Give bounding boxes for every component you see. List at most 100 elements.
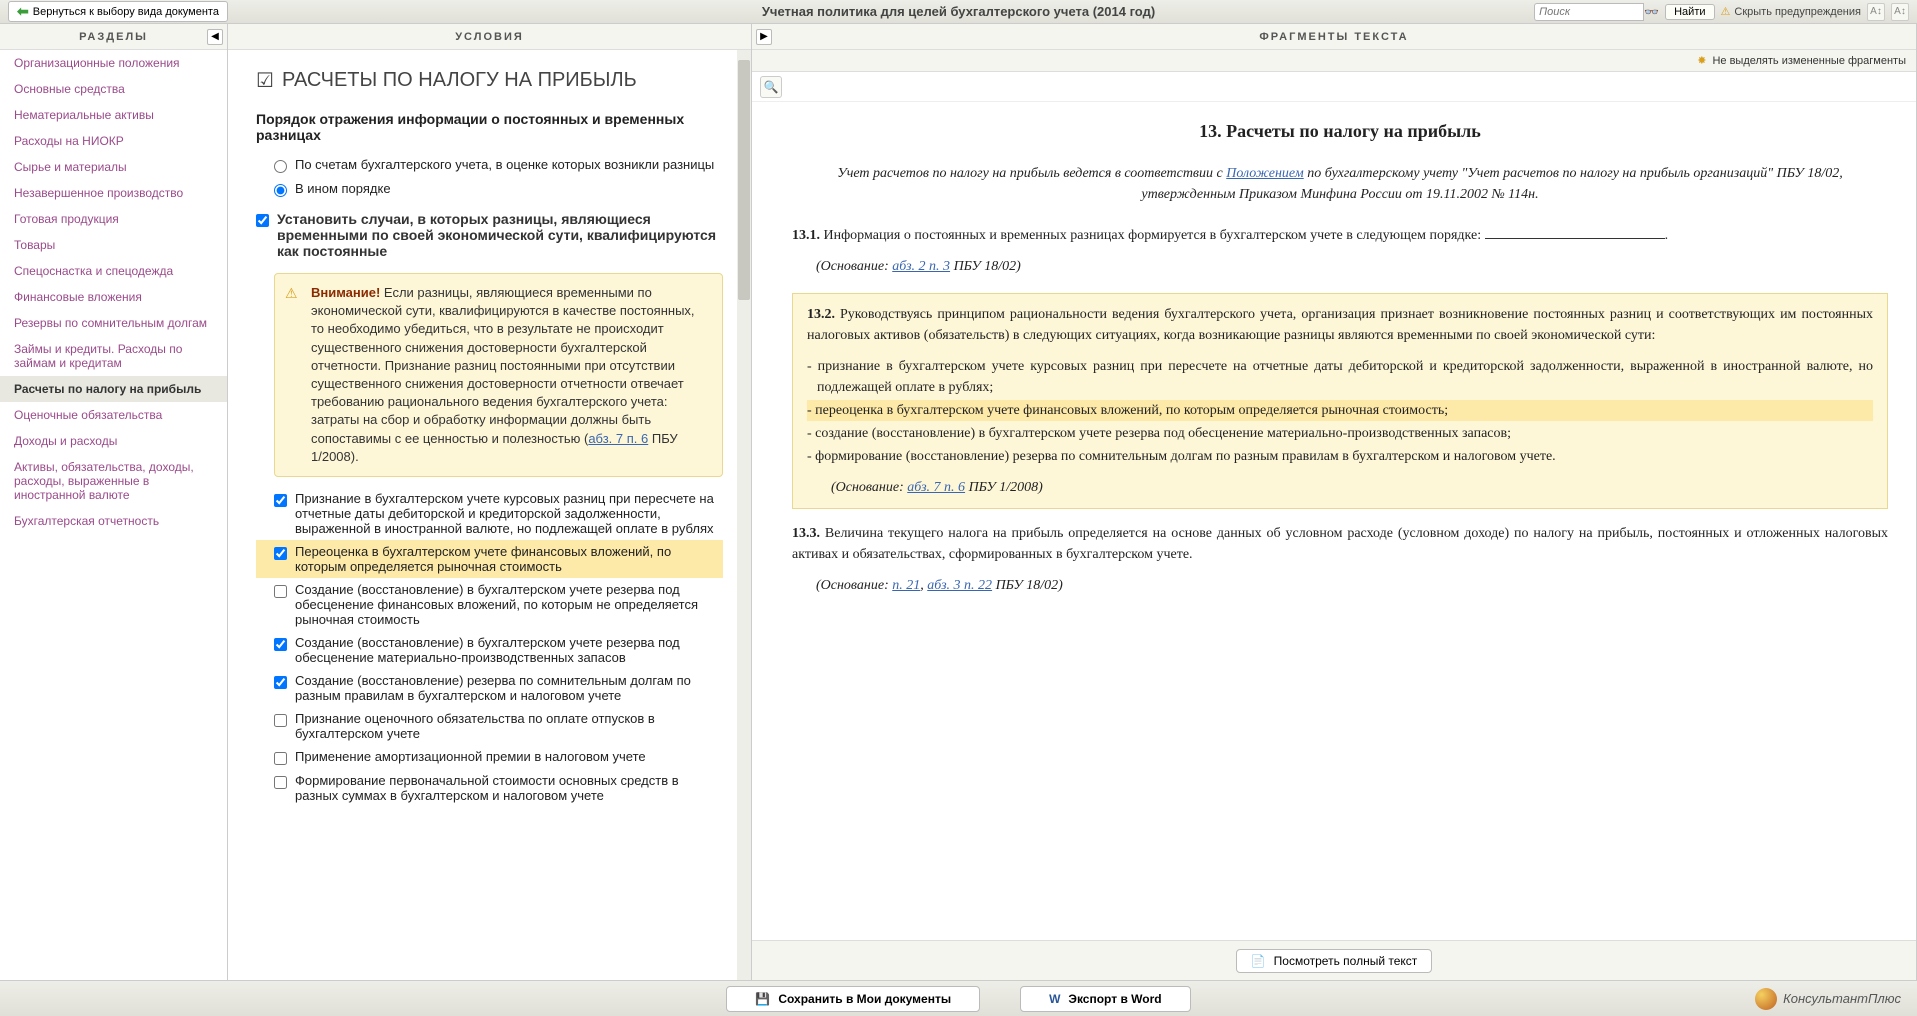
p132-text: Руководствуясь принципом рациональности …	[807, 307, 1873, 343]
view-full-label: Посмотреть полный текст	[1274, 954, 1418, 968]
check-heading-cases[interactable]: Установить случаи, в которых разницы, яв…	[256, 201, 723, 265]
check-reserve-fin[interactable]: Создание (восстановление) в бухгалтерско…	[256, 578, 723, 631]
intro-text-1: Учет расчетов по налогу на прибыль ведет…	[837, 166, 1226, 181]
check-label-6: Признание оценочного обязательства по оп…	[295, 711, 723, 741]
check-amort[interactable]: Применение амортизационной премии в нало…	[256, 745, 723, 769]
sidebar-item[interactable]: Оценочные обязательства	[0, 402, 227, 428]
brand-name: КонсультантПлюс	[1783, 991, 1901, 1006]
warning-bold: Внимание!	[311, 285, 380, 300]
li-3: - создание (восстановление) в бухгалтерс…	[807, 423, 1873, 444]
search-box: 👓	[1534, 3, 1659, 21]
check-reserve-mpz[interactable]: Создание (восстановление) в бухгалтерско…	[256, 631, 723, 669]
radio-by-accounts[interactable]: По счетам бухгалтерского учета, в оценке…	[256, 153, 723, 177]
document-icon: 📄	[1251, 954, 1266, 968]
top-bar: ⬅ Вернуться к выбору вида документа Учет…	[0, 0, 1917, 24]
hide-warnings-label: Скрыть предупреждения	[1734, 6, 1861, 18]
basis-131: (Основание: абз. 2 п. 3 ПБУ 18/02)	[816, 256, 1888, 277]
condition-section-title: ☑ РАСЧЕТЫ ПО НАЛОГУ НА ПРИБЫЛЬ	[256, 68, 723, 93]
blank-line	[1485, 225, 1665, 239]
font-decrease-button[interactable]: A↕	[1867, 3, 1885, 21]
conditions-header: УСЛОВИЯ	[228, 24, 751, 50]
expand-fragments-button[interactable]: ▶	[756, 29, 772, 45]
sidebar-item[interactable]: Сырье и материалы	[0, 154, 227, 180]
p-13-1: 13.1. Информация о постоянных и временны…	[792, 225, 1888, 246]
sidebar-item[interactable]: Бухгалтерская отчетность	[0, 508, 227, 534]
check-otpusk[interactable]: Признание оценочного обязательства по оп…	[256, 707, 723, 745]
radio-label-1: По счетам бухгалтерского учета, в оценке…	[295, 157, 714, 172]
sidebar-item[interactable]: Доходы и расходы	[0, 428, 227, 454]
find-button[interactable]: Найти	[1665, 4, 1714, 20]
conditions-body: ☑ РАСЧЕТЫ ПО НАЛОГУ НА ПРИБЫЛЬ Порядок о…	[228, 50, 751, 980]
conditions-scrollbar[interactable]	[737, 50, 751, 980]
fragment-intro: Учет расчетов по налогу на прибыль ведет…	[792, 163, 1888, 205]
intro-link[interactable]: Положением	[1226, 166, 1304, 181]
check-label-2: Переоценка в бухгалтерском учете финансо…	[295, 544, 723, 574]
sidebar-item[interactable]: Расходы на НИОКР	[0, 128, 227, 154]
check-heading-input[interactable]	[256, 214, 269, 227]
basis-132-link[interactable]: абз. 7 п. 6	[907, 480, 965, 495]
radio-other-way[interactable]: В ином порядке	[256, 177, 723, 201]
basis-133-link2[interactable]: абз. 3 п. 22	[927, 578, 992, 593]
basis-132-tail: ПБУ 1/2008)	[965, 480, 1043, 495]
export-label: Экспорт в Word	[1068, 992, 1161, 1006]
check-input-4[interactable]	[274, 638, 287, 651]
check-pereocenka[interactable]: Переоценка в бухгалтерском учете финансо…	[256, 540, 723, 578]
search-input[interactable]	[1534, 3, 1644, 21]
sidebar-item[interactable]: Основные средства	[0, 76, 227, 102]
sidebar-item[interactable]: Резервы по сомнительным долгам	[0, 310, 227, 336]
basis-133-link1[interactable]: п. 21	[892, 578, 920, 593]
font-increase-button[interactable]: A↕	[1891, 3, 1909, 21]
check-somnitelnym[interactable]: Создание (восстановление) резерва по сом…	[256, 669, 723, 707]
highlight-icon: ✸	[1697, 54, 1706, 67]
zoom-tool-button[interactable]: 🔍	[760, 76, 782, 98]
basis-label-2: (Основание:	[831, 480, 907, 495]
p131-text: Информация о постоянных и временных разн…	[820, 228, 1485, 243]
check-input-2[interactable]	[274, 547, 287, 560]
sidebar-item[interactable]: Спецоснастка и спецодежда	[0, 258, 227, 284]
check-input-5[interactable]	[274, 676, 287, 689]
check-kursoviye[interactable]: Признание в бухгалтерском учете курсовых…	[256, 487, 723, 540]
check-label-8: Формирование первоначальной стоимости ос…	[295, 773, 723, 803]
check-input-3[interactable]	[274, 585, 287, 598]
check-input-8[interactable]	[274, 776, 287, 789]
sidebar-item[interactable]: Готовая продукция	[0, 206, 227, 232]
p133-text: Величина текущего налога на прибыль опре…	[792, 526, 1888, 562]
radio-label-2: В ином порядке	[295, 181, 391, 196]
basis-131-tail: ПБУ 18/02)	[950, 259, 1021, 274]
no-highlight-toggle[interactable]: Не выделять измененные фрагменты	[1712, 55, 1906, 67]
check-pervon[interactable]: Формирование первоначальной стоимости ос…	[256, 769, 723, 807]
brand: КонсультантПлюс	[1755, 988, 1901, 1010]
basis-131-link[interactable]: абз. 2 п. 3	[892, 259, 950, 274]
sidebar-item[interactable]: Организационные положения	[0, 50, 227, 76]
view-full-text-button[interactable]: 📄 Посмотреть полный текст	[1236, 949, 1433, 973]
collapse-sections-button[interactable]: ◀	[207, 29, 223, 45]
hide-warnings-toggle[interactable]: ⚠ Скрыть предупреждения	[1721, 5, 1862, 18]
radio-input-1[interactable]	[274, 160, 287, 173]
export-word-button[interactable]: W Экспорт в Word	[1020, 986, 1191, 1012]
sidebar-item[interactable]: Активы, обязательства, доходы, расходы, …	[0, 454, 227, 508]
check-input-1[interactable]	[274, 494, 287, 507]
sections-list: Организационные положенияОсновные средст…	[0, 50, 227, 980]
basis-132: (Основание: абз. 7 п. 6 ПБУ 1/2008)	[831, 477, 1873, 498]
binoculars-icon[interactable]: 👓	[1644, 5, 1659, 19]
section-checkbox-icon: ☑	[256, 68, 274, 93]
check-input-6[interactable]	[274, 714, 287, 727]
li-4: - формирование (восстановление) резерва …	[807, 446, 1873, 467]
sidebar-item[interactable]: Финансовые вложения	[0, 284, 227, 310]
warning-link[interactable]: абз. 7 п. 6	[588, 431, 648, 446]
sections-header: РАЗДЕЛЫ ◀	[0, 24, 227, 50]
sidebar-item[interactable]: Расчеты по налогу на прибыль	[0, 376, 227, 402]
sidebar-item[interactable]: Нематериальные активы	[0, 102, 227, 128]
save-button[interactable]: 💾 Сохранить в Мои документы	[726, 986, 980, 1012]
scrollbar-thumb[interactable]	[738, 60, 750, 300]
back-button[interactable]: ⬅ Вернуться к выбору вида документа	[8, 1, 228, 22]
check-input-7[interactable]	[274, 752, 287, 765]
conditions-panel: УСЛОВИЯ ☑ РАСЧЕТЫ ПО НАЛОГУ НА ПРИБЫЛЬ П…	[228, 24, 752, 980]
p133-num: 13.3.	[792, 526, 820, 541]
p-13-3: 13.3. Величина текущего налога на прибыл…	[792, 523, 1888, 565]
check-heading-text: Установить случаи, в которых разницы, яв…	[277, 211, 723, 259]
sidebar-item[interactable]: Товары	[0, 232, 227, 258]
sidebar-item[interactable]: Займы и кредиты. Расходы по займам и кре…	[0, 336, 227, 376]
radio-input-2[interactable]	[274, 184, 287, 197]
sidebar-item[interactable]: Незавершенное производство	[0, 180, 227, 206]
